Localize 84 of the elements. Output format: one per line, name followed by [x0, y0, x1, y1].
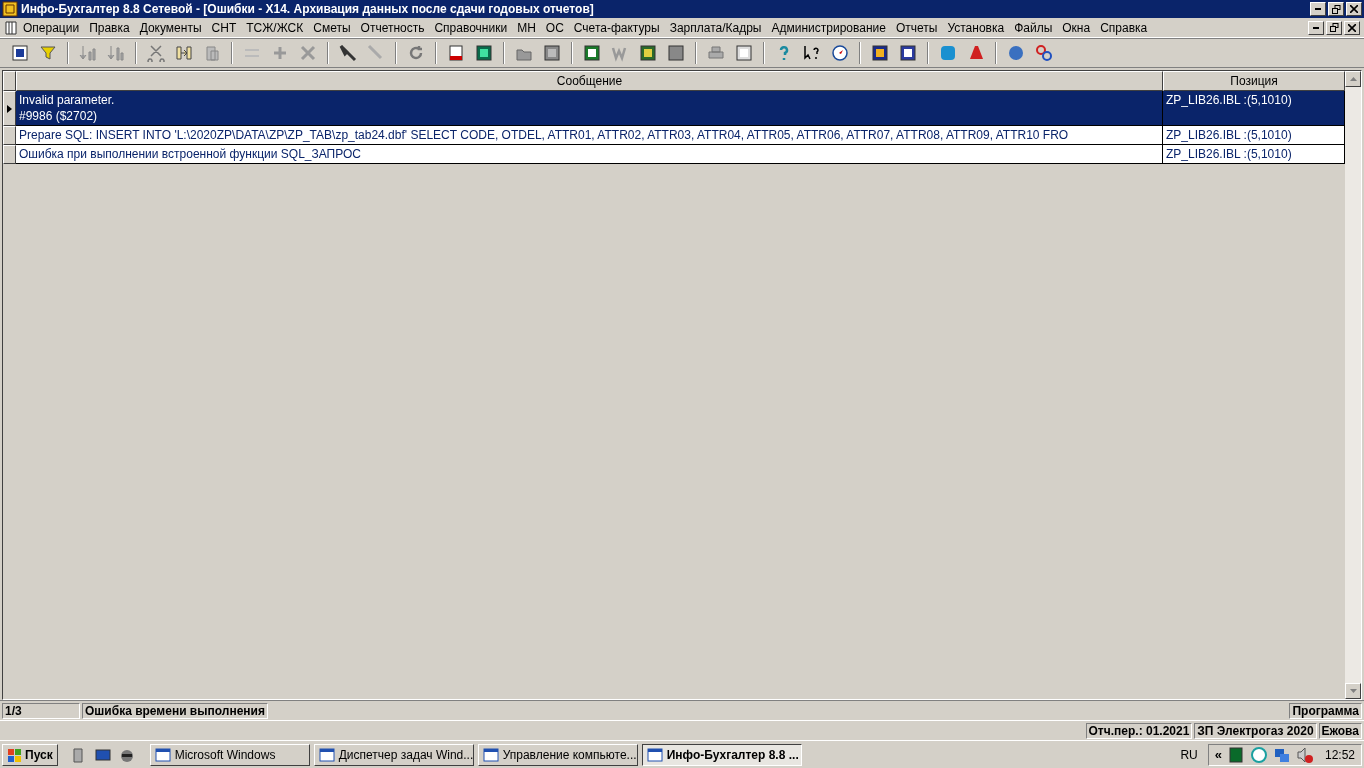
paste-icon	[203, 44, 221, 62]
preview-icon	[735, 44, 753, 62]
window-icon	[318, 746, 335, 763]
table-cell: ZP_LIB26.IBL :(5,1010)	[1163, 145, 1345, 164]
scroll-up-button[interactable]	[1345, 71, 1361, 87]
window-icon	[646, 746, 663, 763]
table-cell: Prepare SQL: INSERT INTO 'L:\2020ZP\DATA\ZP\ZP_TAB\zp_tab24.dbf' SELECT CODE, OTDEL, ATTR01, ATTR02, ATTR03, ATTR04, ATTR05, ATTR06, ATTR07, ATTR08, ATTR09, ATTR10 FRO	[16, 126, 1163, 145]
menu-item[interactable]: Счета-фактуры	[568, 20, 665, 35]
table-cell: ZP_LIB26.IBL :(5,1010)	[1163, 126, 1345, 145]
taskbar-button[interactable]: Microsoft Windows	[149, 743, 310, 766]
menu-item[interactable]: Справочники	[429, 20, 513, 35]
menu-item[interactable]: Отчетность	[355, 20, 430, 35]
menu-item[interactable]: Справка	[1095, 20, 1153, 35]
status-message: Ошибка времени выполнения	[82, 702, 268, 719]
calendar-icon	[447, 44, 465, 62]
language-indicator[interactable]: RU	[1174, 747, 1204, 762]
menu-item[interactable]: ОС	[540, 20, 569, 35]
menu-item[interactable]: Окна	[1057, 20, 1096, 35]
speaker-muted-icon[interactable]	[1295, 745, 1314, 764]
menu-item[interactable]: Зарплата/Кадры	[664, 20, 767, 35]
column-header[interactable]: Позиция	[1163, 71, 1345, 91]
close-button[interactable]	[1344, 20, 1360, 35]
close-icon	[1348, 23, 1356, 32]
window-icon	[482, 746, 499, 763]
minimize-button[interactable]	[1308, 20, 1324, 35]
record-counter: 1/3	[2, 702, 80, 719]
info-field: Ежова	[1318, 722, 1362, 739]
cross-icon	[299, 44, 317, 62]
window-icon	[154, 746, 171, 763]
clock[interactable]: 12:52	[1324, 747, 1355, 762]
refresh-icon	[407, 44, 425, 62]
restore-icon	[1331, 4, 1341, 14]
menu-item[interactable]: СНТ	[206, 20, 242, 35]
menu-item[interactable]: Сметы	[308, 20, 356, 35]
close-button[interactable]	[1346, 2, 1362, 16]
current-row-icon	[7, 104, 12, 113]
window-title: Инфо-Бухгалтер 8.8 Сетевой - [Ошибки - X14. Архивация данных после сдачи годовых отчетов]	[21, 2, 595, 16]
menu-item[interactable]: Файлы	[1009, 20, 1058, 35]
close-icon	[1350, 5, 1358, 13]
up-arrow-icon	[1349, 77, 1357, 81]
table-row[interactable]: Ошибка при выполнении встроенной функции SQL_ЗАПРОС ZP_LIB26.IBL :(5,1010)	[3, 145, 1345, 164]
restore-button[interactable]	[1326, 20, 1342, 35]
minimize-icon	[1315, 8, 1321, 10]
menu-item[interactable]: Документы	[134, 20, 207, 35]
status-mode: Программа	[1289, 702, 1362, 719]
pattern-icon	[1035, 44, 1053, 62]
minimize-button[interactable]	[1310, 2, 1326, 16]
windows-logo-icon	[7, 746, 23, 763]
table-cell: Invalid parameter. #9986 ($2702)	[16, 91, 1163, 126]
scissors-icon	[147, 44, 165, 62]
printer-icon	[707, 44, 725, 62]
info-field: Отч.пер.: 01.2021	[1085, 722, 1193, 739]
table-cell: Ошибка при выполнении встроенной функции SQL_ЗАПРОС	[16, 145, 1163, 164]
table-cell: ZP_LIB26.IBL :(5,1010)	[1163, 91, 1345, 126]
column-header[interactable]: Сообщение	[16, 71, 1163, 91]
taskbar-button[interactable]: Диспетчер задач Wind...	[313, 743, 474, 766]
taskbar-button[interactable]: Управление компьюте...	[477, 743, 638, 766]
down-arrow-icon	[1349, 689, 1357, 693]
menu-item[interactable]: МН	[512, 20, 541, 35]
menu-item[interactable]: Правка	[84, 20, 135, 35]
tray-expand-button[interactable]: «	[1214, 747, 1222, 762]
plus-icon	[271, 44, 289, 62]
menu-item[interactable]: Отчеты	[890, 20, 943, 35]
table-row[interactable]: Invalid parameter. #9986 ($2702) ZP_LIB26.IBL :(5,1010)	[3, 91, 1345, 126]
compass-icon	[831, 44, 849, 62]
minimize-icon	[1313, 26, 1319, 29]
filter-icon	[39, 44, 57, 62]
app-icon	[2, 1, 18, 17]
menu-item[interactable]: Операции	[18, 20, 85, 35]
restore-icon	[1329, 23, 1339, 32]
scrollbar[interactable]	[1345, 71, 1361, 699]
restore-button[interactable]	[1328, 2, 1344, 16]
taskbar-button[interactable]: Инфо-Бухгалтер 8.8 ...	[641, 743, 802, 766]
menu-item[interactable]: Администрирование	[766, 20, 891, 35]
column-split-icon	[175, 44, 193, 62]
pointer-help-icon	[803, 44, 821, 62]
sort-up-icon	[107, 44, 125, 62]
start-button[interactable]: Пуск	[2, 743, 58, 766]
menu-item[interactable]: ТСЖ/ЖСК	[241, 20, 309, 35]
table-row[interactable]: Prepare SQL: INSERT INTO 'L:\2020ZP\DATA\ZP\ZP_TAB\zp_tab24.dbf' SELECT CODE, OTDEL, ATTR01, ATTR02, ATTR03, ATTR04, ATTR05, ATTR06, ATTR07, ATTR08, ATTR09, ATTR10 FRO ZP_LIB26.IBL :(5,1010)	[3, 126, 1345, 145]
menu-item[interactable]: Установка	[942, 20, 1010, 35]
info-field: ЗП Электрогаз 2020	[1194, 722, 1317, 739]
sort-down-icon	[79, 44, 97, 62]
scroll-down-button[interactable]	[1345, 683, 1361, 699]
